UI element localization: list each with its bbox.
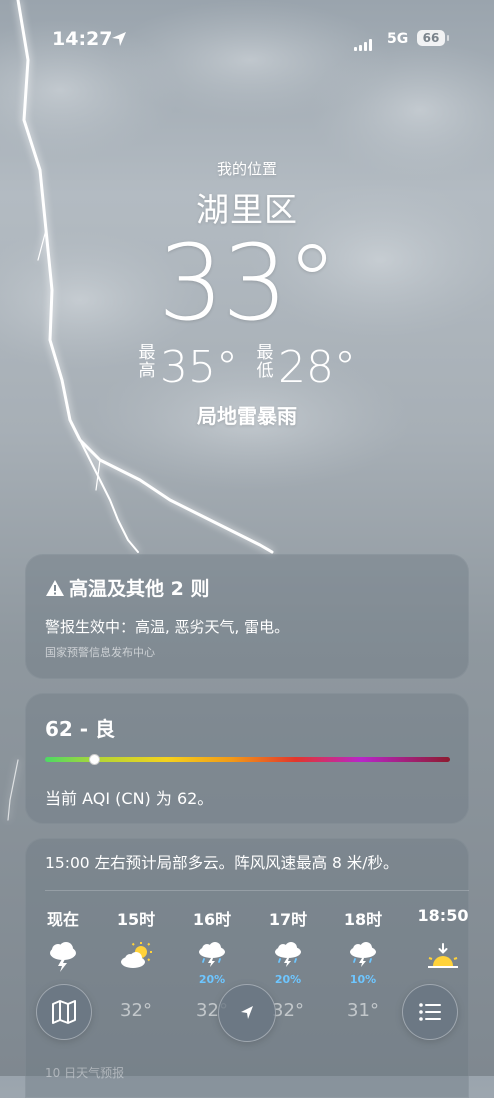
thunderstorm-icon <box>50 942 76 972</box>
sunset-icon <box>428 943 458 968</box>
alert-title-row: 高温及其他 2 则 <box>45 574 209 601</box>
high-temperature: 35° <box>160 342 238 393</box>
hourly-forecast-card[interactable]: 15:00 左右预计局部多云。阵风风速最高 8 米/秒。 现在 15时 32° … <box>25 838 469 1098</box>
hour-label: 18:50 <box>417 906 469 925</box>
hour-label: 18时 <box>343 910 383 929</box>
weather-condition: 局地雷暴雨 <box>197 404 297 428</box>
aqi-indicator <box>88 754 100 765</box>
hourly-item: 18时 10% 31° <box>333 906 393 1021</box>
precip-chance: 20% <box>274 973 302 986</box>
divider <box>45 890 469 891</box>
battery-icon: 66 <box>417 30 445 46</box>
thunder-rain-icon <box>199 942 225 967</box>
battery-cap <box>447 35 449 41</box>
ten-day-forecast-header: 10 日天气预报 <box>45 1066 125 1080</box>
alert-description: 警报生效中：高温, 恶劣天气, 雷电。 <box>45 618 290 636</box>
location-label: 我的位置 <box>216 160 277 178</box>
location-services-icon <box>112 32 126 46</box>
low-temperature: 28° <box>278 342 356 393</box>
map-button[interactable] <box>36 984 92 1040</box>
warning-icon <box>46 580 64 596</box>
weather-alert-card[interactable]: 高温及其他 2 则 警报生效中：高温, 恶劣天气, 雷电。 国家预警信息发布中心 <box>25 554 469 679</box>
partly-cloudy-sun-icon <box>121 942 152 968</box>
aqi-scale-bar <box>45 754 450 765</box>
hour-label: 现在 <box>46 910 79 929</box>
thunder-rain-icon <box>275 942 301 967</box>
current-temperature: 33° <box>157 222 338 344</box>
precip-chance: 20% <box>198 973 226 986</box>
current-location-button[interactable] <box>218 984 276 1042</box>
aqi-value: 62 - 良 <box>45 717 116 741</box>
hour-temp: 31° <box>347 1000 379 1021</box>
hour-label: 15时 <box>116 910 156 929</box>
list-icon <box>419 1003 441 1021</box>
location-arrow-icon <box>241 1006 253 1019</box>
high-label: 最高 <box>138 343 156 381</box>
status-bar: 14:27 5G 66 <box>0 26 494 58</box>
alert-title: 高温及其他 2 则 <box>69 578 210 600</box>
location-list-button[interactable] <box>402 984 458 1040</box>
map-icon <box>52 1000 76 1024</box>
thunder-rain-icon <box>350 942 376 967</box>
hour-temp: 32° <box>120 1000 152 1021</box>
hourly-summary: 15:00 左右预计局部多云。阵风风速最高 8 米/秒。 <box>45 854 399 872</box>
high-low-temperature: 最高 35° 最低 28° <box>0 342 494 393</box>
hour-label: 17时 <box>268 910 308 929</box>
status-time: 14:27 <box>52 28 113 50</box>
aqi-description: 当前 AQI (CN) 为 62。 <box>45 789 214 808</box>
network-type: 5G <box>387 31 409 47</box>
hour-label: 16时 <box>192 910 232 929</box>
air-quality-card[interactable]: 62 - 良 当前 AQI (CN) 为 62。 <box>25 693 469 824</box>
precip-chance: 10% <box>349 973 377 986</box>
alert-source: 国家预警信息发布中心 <box>45 646 155 659</box>
low-label: 最低 <box>256 343 274 381</box>
hourly-item: 15时 32° <box>106 906 166 1021</box>
cellular-signal-icon <box>354 32 374 51</box>
